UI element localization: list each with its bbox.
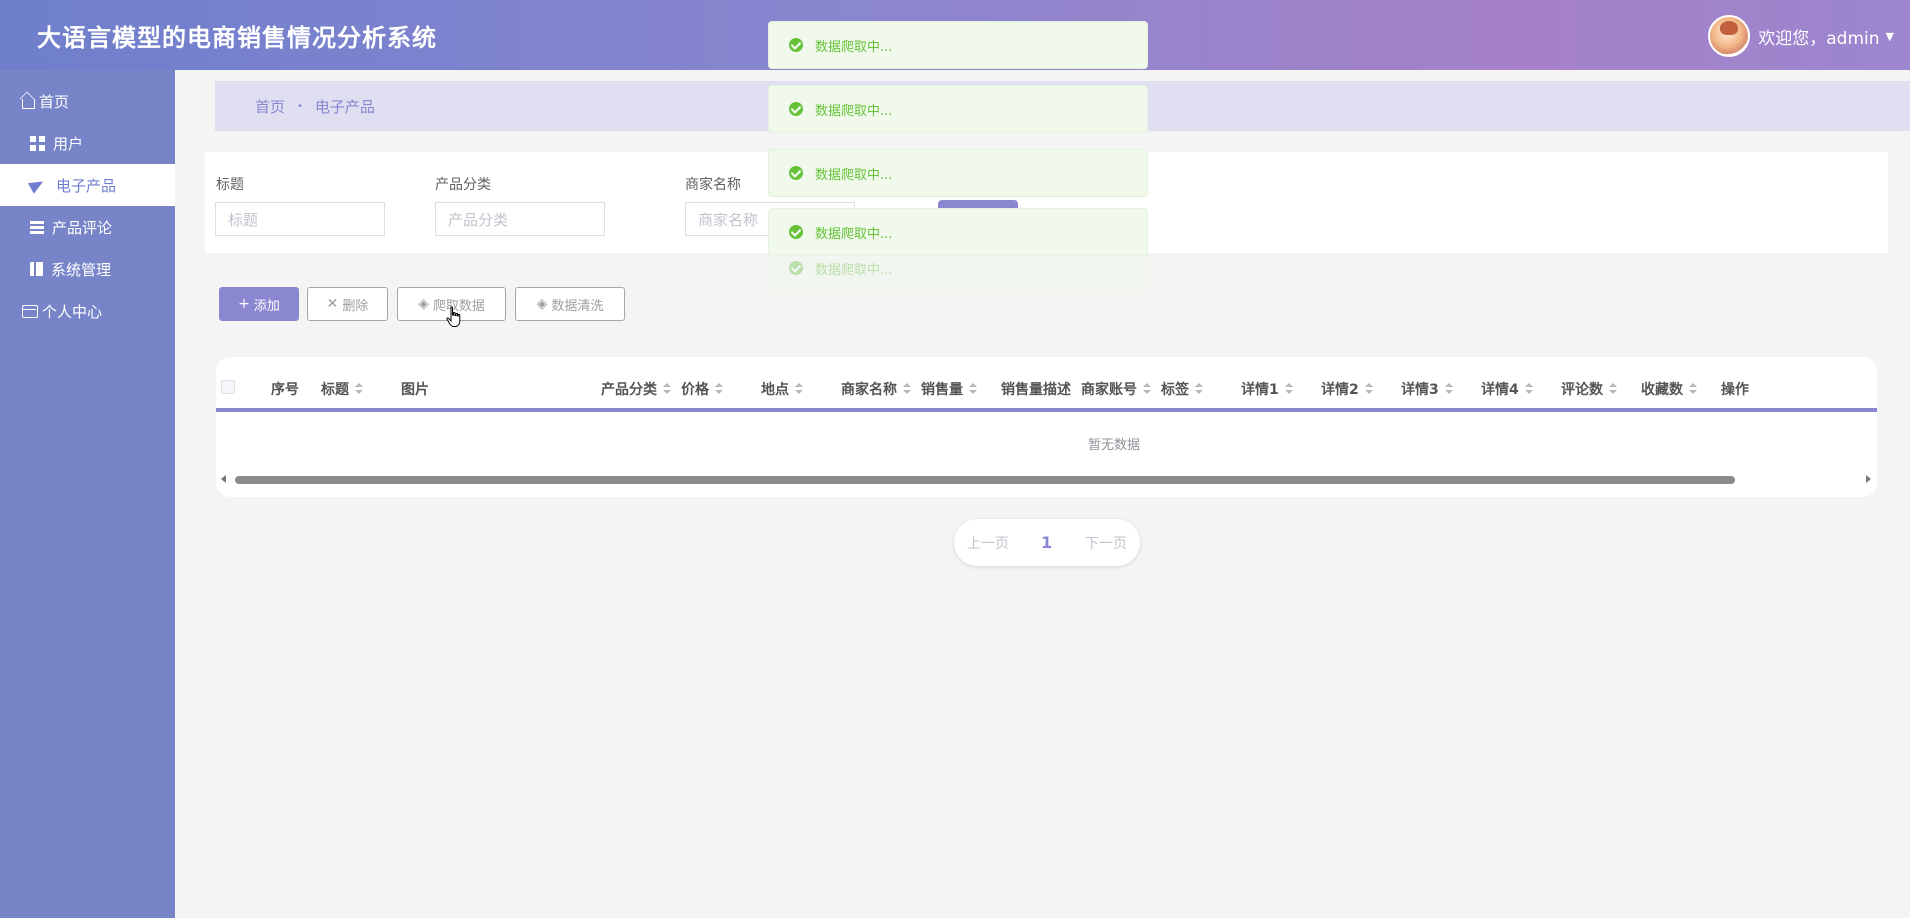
check-circle-icon <box>789 102 803 116</box>
plus-icon: + <box>238 296 250 312</box>
sidebar-item-label: 电子产品 <box>56 176 117 195</box>
close-icon: ✕ <box>326 296 339 312</box>
breadcrumb-separator: • <box>297 100 303 112</box>
sidebar-item-label: 首页 <box>39 92 70 111</box>
caret-down-icon[interactable]: ▼ <box>1886 30 1894 43</box>
select-all-checkbox[interactable] <box>221 380 235 394</box>
sort-icon[interactable] <box>715 383 723 395</box>
breadcrumb-current: 电子产品 <box>314 97 375 116</box>
toast-message: 数据爬取中... <box>768 244 1148 292</box>
pagination: 上一页 1 下一页 <box>954 519 1140 566</box>
sidebar-item-system[interactable]: 系统管理 <box>0 248 175 290</box>
add-button-label: 添加 <box>253 298 280 314</box>
check-circle-icon <box>789 166 803 180</box>
sidebar: 首页 用户 电子产品 产品评论 系统管理 个人中心 <box>0 70 175 918</box>
sidebar-item-label: 系统管理 <box>51 260 112 279</box>
sort-icon[interactable] <box>1195 383 1203 395</box>
column-header: 序号 <box>271 382 299 398</box>
column-header[interactable]: 评论数 <box>1561 379 1617 399</box>
toast-message: 数据爬取中... <box>768 85 1148 133</box>
column-header[interactable]: 详情4 <box>1481 379 1533 399</box>
breadcrumb-home[interactable]: 首页 <box>255 96 285 117</box>
avatar[interactable] <box>1708 15 1751 57</box>
sidebar-item-profile[interactable]: 个人中心 <box>0 290 175 332</box>
layers-icon: ◈ <box>418 296 429 312</box>
column-header[interactable]: 商家账号 <box>1081 379 1151 399</box>
table-header-divider <box>216 408 1877 412</box>
merchant-label: 商家名称 <box>685 177 741 193</box>
toast-message: 数据爬取中... <box>768 21 1148 69</box>
column-header[interactable]: 商家名称 <box>841 379 911 399</box>
sort-icon[interactable] <box>663 383 671 395</box>
column-header[interactable]: 标签 <box>1161 379 1203 399</box>
toast-message: 数据爬取中... <box>768 149 1148 197</box>
column-header[interactable]: 详情3 <box>1401 379 1453 399</box>
column-header: 操作 <box>1721 382 1749 398</box>
sort-icon[interactable] <box>1284 383 1293 395</box>
user-menu[interactable]: 欢迎您，admin ▼ <box>1708 14 1894 58</box>
home-icon <box>22 99 35 109</box>
column-header[interactable]: 收藏数 <box>1641 379 1697 399</box>
scroll-right-icon[interactable] <box>1866 475 1871 483</box>
sidebar-item-label: 用户 <box>53 134 84 153</box>
sidebar-item-label: 个人中心 <box>42 302 103 321</box>
add-button[interactable]: + 添加 <box>219 287 299 321</box>
sidebar-item-electronics[interactable]: 电子产品 <box>0 164 175 206</box>
check-circle-icon <box>789 261 803 275</box>
title-input[interactable]: 标题 <box>215 202 385 236</box>
sort-icon[interactable] <box>903 383 911 395</box>
sort-icon[interactable] <box>969 383 977 395</box>
sort-icon[interactable] <box>795 383 803 395</box>
clean-button[interactable]: ◈ 数据清洗 <box>515 287 625 321</box>
app-title: 大语言模型的电商销售情况分析系统 <box>37 24 437 52</box>
column-header[interactable]: 销售量 <box>921 379 977 399</box>
paper-plane-icon <box>27 176 47 194</box>
column-header[interactable]: 价格 <box>681 379 723 399</box>
sidebar-item-reviews[interactable]: 产品评论 <box>0 206 175 248</box>
category-label: 产品分类 <box>435 177 491 193</box>
next-page-button[interactable]: 下一页 <box>1085 533 1127 553</box>
prev-page-button[interactable]: 上一页 <box>967 533 1009 553</box>
column-header[interactable]: 地点 <box>761 379 803 399</box>
column-header: 销售量描述 <box>1001 382 1071 398</box>
delete-button[interactable]: ✕ 删除 <box>307 287 388 321</box>
sort-icon[interactable] <box>355 383 363 395</box>
sort-icon[interactable] <box>1689 383 1697 395</box>
column-header[interactable]: 详情2 <box>1321 379 1373 399</box>
sidebar-item-users[interactable]: 用户 <box>0 122 175 164</box>
category-input[interactable]: 产品分类 <box>435 202 605 236</box>
check-circle-icon <box>789 38 803 52</box>
sidebar-item-home[interactable]: 首页 <box>0 80 175 122</box>
page-number[interactable]: 1 <box>1041 533 1052 552</box>
sort-icon[interactable] <box>1609 383 1617 395</box>
card-icon <box>22 304 38 318</box>
layers-icon: ◈ <box>536 296 548 312</box>
welcome-text[interactable]: 欢迎您，admin <box>1758 24 1879 49</box>
hand-cursor-icon <box>446 306 461 327</box>
column-header[interactable]: 详情1 <box>1241 379 1293 399</box>
list-icon <box>30 219 44 235</box>
grid-icon <box>30 135 45 151</box>
book-icon <box>30 262 43 276</box>
sort-icon[interactable] <box>1444 383 1453 395</box>
column-header[interactable]: 产品分类 <box>601 379 671 399</box>
sidebar-item-label: 产品评论 <box>52 218 113 237</box>
clean-button-label: 数据清洗 <box>551 298 604 314</box>
scrollbar-thumb[interactable] <box>235 476 1735 484</box>
scroll-left-icon[interactable] <box>221 475 226 483</box>
sort-icon[interactable] <box>1524 383 1533 395</box>
delete-button-label: 删除 <box>342 298 369 314</box>
sort-icon[interactable] <box>1364 383 1373 395</box>
title-label: 标题 <box>216 177 244 193</box>
check-circle-icon <box>789 225 803 239</box>
empty-state: 暂无数据 <box>1088 438 1141 453</box>
column-header: 图片 <box>401 382 429 398</box>
sort-icon[interactable] <box>1143 383 1151 395</box>
column-header[interactable]: 标题 <box>321 379 363 399</box>
